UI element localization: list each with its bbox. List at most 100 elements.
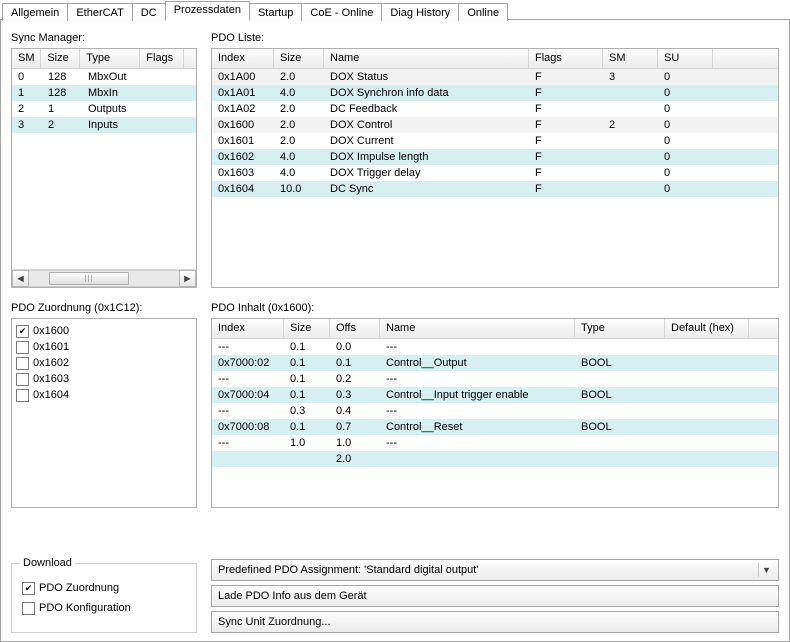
sync-manager-label: Sync Manager: — [11, 32, 197, 44]
cell: F — [529, 183, 603, 195]
sync-unit-zuordnung-button[interactable]: Sync Unit Zuordnung... — [211, 611, 779, 633]
cell: 0 — [658, 87, 713, 99]
pdo-liste-row[interactable]: 0x1A022.0DC FeedbackF0 — [212, 101, 778, 117]
pdo-inhalt-row[interactable]: ---1.01.0--- — [212, 435, 778, 451]
checkbox-icon: ✔ — [22, 582, 35, 595]
download-groupbox: Download ✔ PDO Zuordnung ✔ PDO Konfigura… — [11, 563, 197, 633]
scrollbar-track[interactable] — [29, 270, 179, 287]
pdo-inhalt-row[interactable]: 0x7000:080.10.7Control__ResetBOOL — [212, 419, 778, 435]
cell: 0x7000:04 — [212, 389, 284, 401]
pdo-zuordnung-list[interactable]: ✔0x1600✔0x1601✔0x1602 ✔ 0x1603 ✔0x1604 — [11, 318, 197, 508]
load-pdo-info-button[interactable]: Lade PDO Info aus dem Gerät — [211, 585, 779, 607]
column-header[interactable]: Type — [575, 319, 665, 338]
pdo-liste-row[interactable]: 0x16002.0DOX ControlF20 — [212, 117, 778, 133]
pdo-liste-row[interactable]: 0x160410.0DC SyncF0 — [212, 181, 778, 197]
checkbox-icon: ✔ — [16, 373, 29, 386]
zuordnung-item[interactable]: ✔0x1602 — [16, 355, 192, 371]
zuordnung-item[interactable]: ✔0x1604 — [16, 387, 192, 403]
pdo-inhalt-row[interactable]: ---0.10.0--- — [212, 339, 778, 355]
cell: 0.0 — [330, 341, 380, 353]
predefined-pdo-assignment-combo[interactable]: Predefined PDO Assignment: 'Standard dig… — [211, 559, 779, 581]
pdo-inhalt-row[interactable]: ---0.10.2--- — [212, 371, 778, 387]
zuordnung-item[interactable]: ✔0x1600 — [16, 323, 192, 339]
pdo-inhalt-row[interactable]: 0x7000:040.10.3Control__Input trigger en… — [212, 387, 778, 403]
cell: 3 — [12, 119, 42, 131]
column-header[interactable]: Size — [274, 49, 324, 68]
column-header[interactable]: Type — [80, 49, 140, 68]
scrollbar-thumb[interactable] — [49, 272, 129, 285]
cell: 0x1603 — [212, 167, 274, 179]
tab-prozessdaten[interactable]: Prozessdaten — [165, 1, 250, 21]
checkbox-label: 0x1603 — [33, 373, 69, 385]
column-header[interactable]: Offs — [330, 319, 380, 338]
pdo-inhalt-table[interactable]: IndexSizeOffsNameTypeDefault (hex) ---0.… — [211, 318, 779, 508]
tab-coe-online[interactable]: CoE - Online — [301, 3, 382, 21]
cell: 0 — [658, 135, 713, 147]
cell: 0.1 — [330, 357, 380, 369]
button-label: Sync Unit Zuordnung... — [218, 616, 331, 628]
download-konfig-checkbox[interactable]: ✔ PDO Konfiguration — [22, 600, 186, 616]
cell: 0x7000:08 — [212, 421, 284, 433]
pdo-liste-row[interactable]: 0x16024.0DOX Impulse lengthF0 — [212, 149, 778, 165]
cell: Control__Output — [380, 357, 575, 369]
cell: 2.0 — [274, 135, 324, 147]
sync-manager-row[interactable]: 0128MbxOut — [12, 69, 196, 85]
column-header[interactable]: SM — [12, 49, 41, 68]
column-header[interactable]: Name — [380, 319, 575, 338]
tab-online[interactable]: Online — [458, 3, 508, 21]
cell: --- — [380, 373, 575, 385]
tab-startup[interactable]: Startup — [249, 3, 302, 21]
cell: Control__Reset — [380, 421, 575, 433]
cell: 2.0 — [330, 453, 380, 465]
cell: 0.1 — [284, 389, 330, 401]
cell: DC Feedback — [324, 103, 529, 115]
cell: F — [529, 167, 603, 179]
cell: 2.0 — [274, 71, 324, 83]
column-header[interactable]: Index — [212, 49, 274, 68]
pdo-inhalt-row[interactable]: 2.0 — [212, 451, 778, 467]
cell: BOOL — [575, 389, 665, 401]
column-header[interactable]: SM — [603, 49, 658, 68]
cell: Inputs — [82, 119, 144, 131]
cell: 0.1 — [284, 373, 330, 385]
scroll-right-button[interactable]: ► — [179, 270, 196, 287]
horizontal-scrollbar[interactable]: ◄ ► — [12, 269, 196, 287]
scroll-left-button[interactable]: ◄ — [12, 270, 29, 287]
pdo-inhalt-row[interactable]: ---0.30.4--- — [212, 403, 778, 419]
column-header[interactable]: Name — [324, 49, 529, 68]
tab-diag-history[interactable]: Diag History — [381, 3, 459, 21]
column-header[interactable]: Flags — [140, 49, 184, 68]
pdo-liste-row[interactable]: 0x16012.0DOX CurrentF0 — [212, 133, 778, 149]
sync-manager-table[interactable]: SMSizeTypeFlags 0128MbxOut1128MbxIn21Out… — [11, 48, 197, 288]
pdo-liste-row[interactable]: 0x1A002.0DOX StatusF30 — [212, 69, 778, 85]
tab-ethercat[interactable]: EtherCAT — [67, 3, 132, 21]
zuordnung-item[interactable]: ✔ 0x1603 — [16, 371, 192, 387]
cell: 0.3 — [330, 389, 380, 401]
column-header[interactable]: Index — [212, 319, 284, 338]
cell: 1.0 — [330, 437, 380, 449]
download-zuordnung-checkbox[interactable]: ✔ PDO Zuordnung — [22, 580, 186, 596]
zuordnung-item[interactable]: ✔0x1601 — [16, 339, 192, 355]
checkbox-icon: ✔ — [16, 325, 29, 338]
column-header[interactable]: Default (hex) — [665, 319, 749, 338]
pdo-liste-table[interactable]: IndexSizeNameFlagsSMSU 0x1A002.0DOX Stat… — [211, 48, 779, 288]
column-header[interactable]: SU — [658, 49, 713, 68]
cell: --- — [212, 341, 284, 353]
column-header[interactable]: Size — [284, 319, 330, 338]
column-header[interactable]: Flags — [529, 49, 603, 68]
tab-dc[interactable]: DC — [132, 3, 166, 21]
pdo-liste-row[interactable]: 0x16034.0DOX Trigger delayF0 — [212, 165, 778, 181]
column-header[interactable]: Size — [41, 49, 80, 68]
sync-manager-row[interactable]: 21Outputs — [12, 101, 196, 117]
tab-allgemein[interactable]: Allgemein — [2, 3, 68, 21]
tab-bar: AllgemeinEtherCATDCProzessdatenStartupCo… — [0, 0, 790, 20]
cell: --- — [212, 373, 284, 385]
cell: F — [529, 135, 603, 147]
cell: DC Sync — [324, 183, 529, 195]
pdo-liste-row[interactable]: 0x1A014.0DOX Synchron info dataF0 — [212, 85, 778, 101]
sync-manager-row[interactable]: 1128MbxIn — [12, 85, 196, 101]
button-label: Lade PDO Info aus dem Gerät — [218, 590, 367, 602]
pdo-inhalt-row[interactable]: 0x7000:020.10.1Control__OutputBOOL — [212, 355, 778, 371]
sync-manager-row[interactable]: 32Inputs — [12, 117, 196, 133]
cell: 0 — [658, 151, 713, 163]
